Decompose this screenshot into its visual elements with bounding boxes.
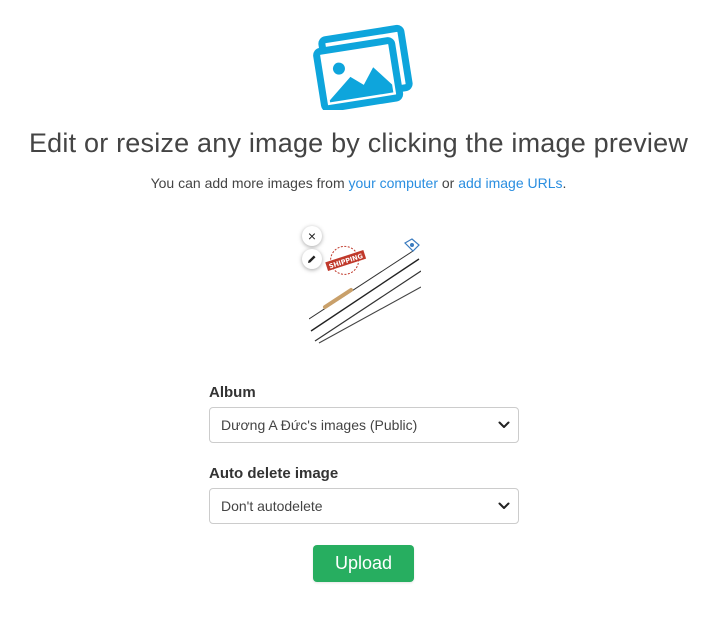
- upload-button[interactable]: Upload: [313, 545, 414, 582]
- auto-delete-select-value: Don't autodelete: [221, 498, 323, 514]
- chevron-down-icon: [498, 502, 510, 509]
- add-image-urls-link[interactable]: add image URLs: [458, 175, 562, 191]
- pencil-icon: [308, 255, 316, 263]
- album-select-value: Dương A Đức's images (Public): [221, 417, 418, 433]
- subtitle-prefix: You can add more images from: [150, 175, 349, 191]
- album-label: Album: [209, 384, 256, 401]
- image-thumbnail[interactable]: SHIPPING: [309, 235, 421, 345]
- your-computer-link[interactable]: your computer: [349, 175, 438, 191]
- chevron-down-icon: [498, 421, 510, 428]
- page-subtitle: You can add more images from your comput…: [0, 175, 717, 191]
- auto-delete-select[interactable]: Don't autodelete: [209, 488, 519, 524]
- images-icon: [313, 24, 413, 110]
- page-title: Edit or resize any image by clicking the…: [28, 128, 689, 158]
- edit-image-button[interactable]: [302, 249, 322, 269]
- auto-delete-label: Auto delete image: [209, 465, 339, 482]
- album-select[interactable]: Dương A Đức's images (Public): [209, 407, 519, 443]
- remove-image-button[interactable]: ×: [302, 226, 322, 246]
- close-icon: ×: [307, 228, 317, 244]
- image-preview[interactable]: SHIPPING ×: [300, 223, 422, 347]
- subtitle-middle: or: [438, 175, 459, 191]
- subtitle-suffix: .: [562, 175, 567, 191]
